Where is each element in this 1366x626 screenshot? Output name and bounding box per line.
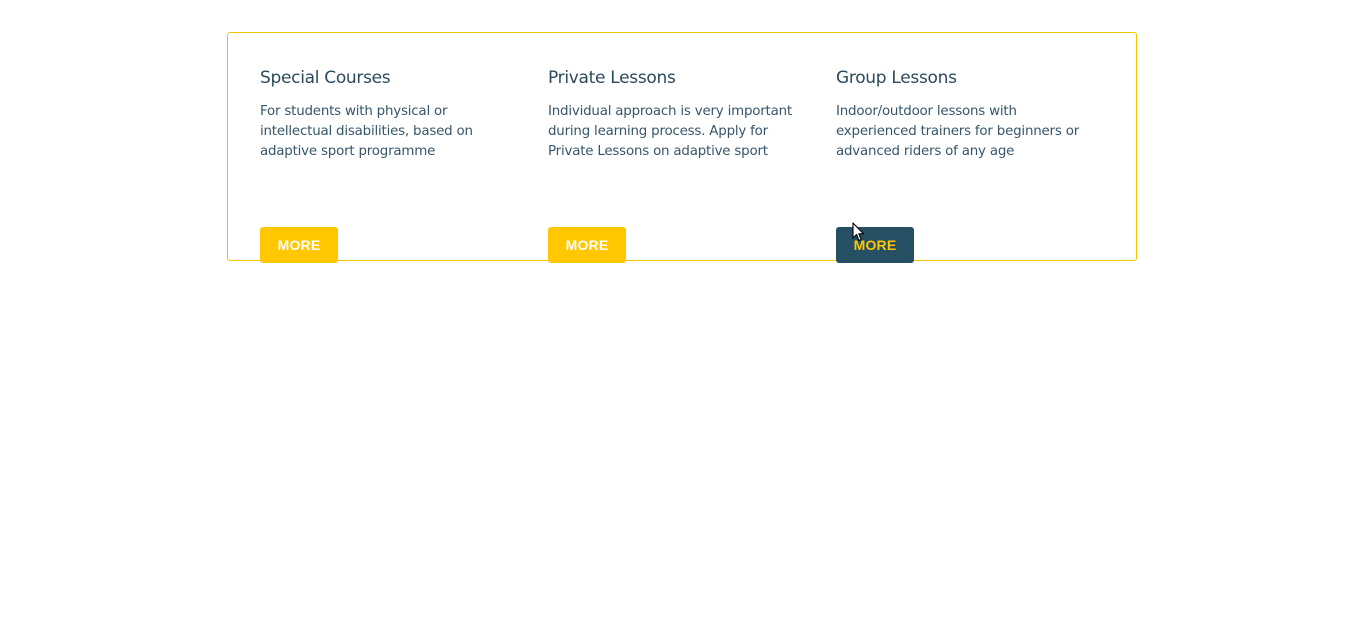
card-title: Special Courses [260, 68, 391, 88]
more-button-private-lessons[interactable]: MORE [548, 227, 626, 263]
card-description: For students with physical or intellectu… [260, 104, 473, 159]
service-card-private-lessons: Private Lessons Individual approach is v… [548, 66, 808, 263]
services-panel: Special Courses For students with physic… [227, 32, 1137, 263]
card-title: Private Lessons [548, 68, 676, 88]
card-title: Group Lessons [836, 68, 957, 88]
more-button-group-lessons[interactable]: MORE [836, 227, 914, 263]
service-card-special-courses: Special Courses For students with physic… [260, 66, 520, 263]
card-description: Indoor/outdoor lessons with experienced … [836, 104, 1079, 159]
card-description: Individual approach is very important du… [548, 104, 792, 159]
service-card-group-lessons: Group Lessons Indoor/outdoor lessons wit… [836, 66, 1096, 263]
more-button-special-courses[interactable]: MORE [260, 227, 338, 263]
